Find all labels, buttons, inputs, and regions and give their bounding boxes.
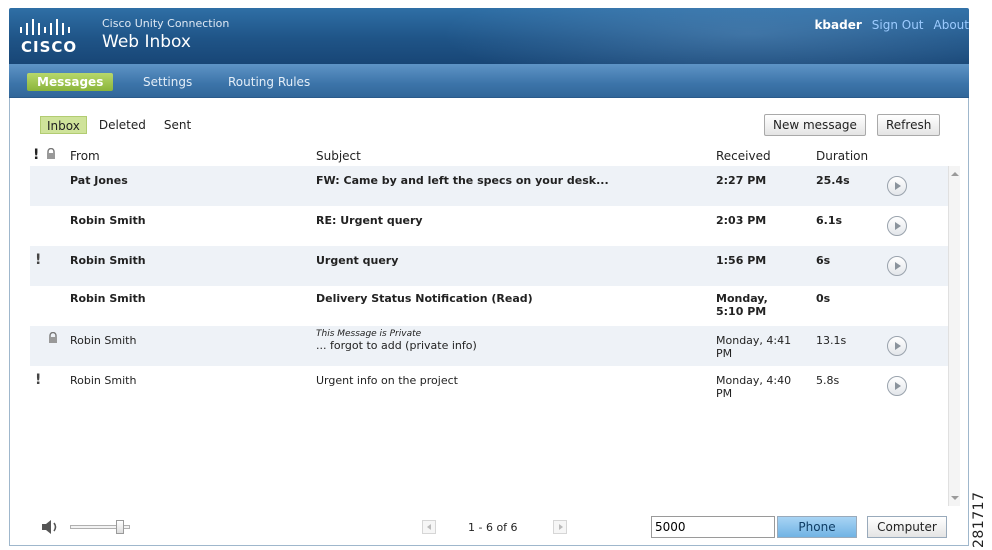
play-on-phone-toggle[interactable]: Phone <box>777 516 857 538</box>
pager-status: 1 - 6 of 6 <box>468 521 518 534</box>
message-received: Monday, 5:10 PM <box>716 292 768 318</box>
message-from: Robin Smith <box>70 292 146 305</box>
message-subject: FW: Came by and left the specs on your d… <box>316 174 609 187</box>
inbox-panel: Inbox Deleted Sent New message Refresh !… <box>9 98 969 546</box>
message-row[interactable]: ! Robin Smith Urgent info on the project Mo… <box>30 366 948 406</box>
figure-number: 281717 <box>971 491 987 548</box>
sign-out-link[interactable]: Sign Out <box>872 18 924 32</box>
message-row[interactable]: Pat Jones FW: Came by and left the specs … <box>30 166 948 206</box>
message-received: Monday, 4:40 PM <box>716 374 792 400</box>
folder-tab-sent[interactable]: Sent <box>158 116 197 134</box>
folder-tabs: Inbox Deleted Sent <box>40 116 197 134</box>
app-header: CISCO Cisco Unity Connection Web Inbox k… <box>9 8 969 64</box>
message-from: Robin Smith <box>70 374 137 387</box>
message-row[interactable]: Robin Smith This Message is Private... fo… <box>30 326 948 366</box>
scroll-up-arrow-icon[interactable] <box>951 172 959 176</box>
refresh-button[interactable]: Refresh <box>877 114 941 136</box>
current-user-name: kbader <box>814 18 862 32</box>
volume-slider[interactable] <box>70 520 130 534</box>
play-icon[interactable] <box>887 176 907 196</box>
message-duration: 13.1s <box>816 334 847 347</box>
main-nav: Messages Settings Routing Rules <box>9 64 969 98</box>
phone-number-input[interactable] <box>651 516 775 538</box>
folder-tab-deleted[interactable]: Deleted <box>93 116 152 134</box>
message-subject-text: RE: Urgent query <box>316 214 423 227</box>
message-subject-text: Urgent query <box>316 254 399 267</box>
message-subject-text: FW: Came by and left the specs on your d… <box>316 174 609 187</box>
app-title: Web Inbox <box>102 32 191 52</box>
message-from: Robin Smith <box>70 334 137 347</box>
message-row[interactable]: Robin Smith Delivery Status Notification … <box>30 284 948 324</box>
about-link[interactable]: About <box>934 18 969 32</box>
message-row[interactable]: ! Robin Smith Urgent query 1:56 PM 6s <box>30 246 948 286</box>
volume-slider-thumb[interactable] <box>116 520 124 534</box>
message-from: Robin Smith <box>70 254 146 267</box>
play-on-computer-toggle[interactable]: Computer <box>867 516 947 538</box>
message-subject: Urgent query <box>316 254 398 267</box>
message-subject-text: Delivery Status Notification (Read) <box>316 292 533 305</box>
tab-settings[interactable]: Settings <box>133 73 202 91</box>
message-from: Robin Smith <box>70 214 146 227</box>
message-duration: 25.4s <box>816 174 850 187</box>
column-duration[interactable]: Duration <box>816 149 868 163</box>
header-decoration <box>389 8 969 64</box>
priority-column-icon[interactable]: ! <box>33 147 39 163</box>
message-duration: 6.1s <box>816 214 843 227</box>
play-icon[interactable] <box>887 336 907 356</box>
message-subject: Urgent info on the project <box>316 374 458 387</box>
urgent-icon: ! <box>35 252 42 268</box>
previous-page-button[interactable] <box>422 520 436 534</box>
product-name: Cisco Unity Connection <box>102 17 230 30</box>
message-received: 1:56 PM <box>716 254 767 267</box>
message-row[interactable]: Robin Smith RE: Urgent query 2:03 PM 6.1s <box>30 206 948 246</box>
message-list-header: ! From Subject Received Duration <box>30 146 958 166</box>
message-duration: 0s <box>816 292 831 305</box>
column-from[interactable]: From <box>70 149 100 163</box>
cisco-logo-icon <box>20 19 70 35</box>
speaker-icon[interactable] <box>41 519 61 535</box>
lock-icon <box>47 147 55 159</box>
message-list: Pat Jones FW: Came by and left the specs … <box>30 166 958 506</box>
message-received: 2:03 PM <box>716 214 767 227</box>
message-list-scrollbar[interactable] <box>948 166 960 506</box>
folder-tab-inbox[interactable]: Inbox <box>40 116 87 134</box>
message-subject: This Message is Private... forgot to add… <box>316 329 477 352</box>
message-received: 2:27 PM <box>716 174 767 187</box>
message-subject-text: ... forgot to add (private info) <box>316 339 477 352</box>
column-received[interactable]: Received <box>716 149 771 163</box>
message-duration: 6s <box>816 254 831 267</box>
scroll-down-arrow-icon[interactable] <box>951 496 959 500</box>
play-icon[interactable] <box>887 216 907 236</box>
column-subject[interactable]: Subject <box>316 149 361 163</box>
private-message-note: This Message is Private <box>316 329 422 339</box>
next-page-button[interactable] <box>553 520 567 534</box>
message-subject-text: Urgent info on the project <box>316 374 458 387</box>
play-icon[interactable] <box>887 256 907 276</box>
private-lock-icon <box>48 331 58 347</box>
message-duration: 5.8s <box>816 374 840 387</box>
player-footer: 1 - 6 of 6 Phone Computer <box>10 510 968 544</box>
user-links: kbader Sign Out About <box>814 18 969 32</box>
private-column-icon[interactable] <box>46 147 56 163</box>
urgent-icon: ! <box>35 372 42 388</box>
play-icon[interactable] <box>887 376 907 396</box>
tab-messages[interactable]: Messages <box>27 73 114 91</box>
new-message-button[interactable]: New message <box>764 114 866 136</box>
message-from: Pat Jones <box>70 174 128 187</box>
message-subject: RE: Urgent query <box>316 214 423 227</box>
message-subject: Delivery Status Notification (Read) <box>316 292 533 305</box>
cisco-logo-text: CISCO <box>21 38 78 56</box>
message-received: Monday, 4:41 PM <box>716 334 792 360</box>
tab-routing-rules[interactable]: Routing Rules <box>218 73 320 91</box>
